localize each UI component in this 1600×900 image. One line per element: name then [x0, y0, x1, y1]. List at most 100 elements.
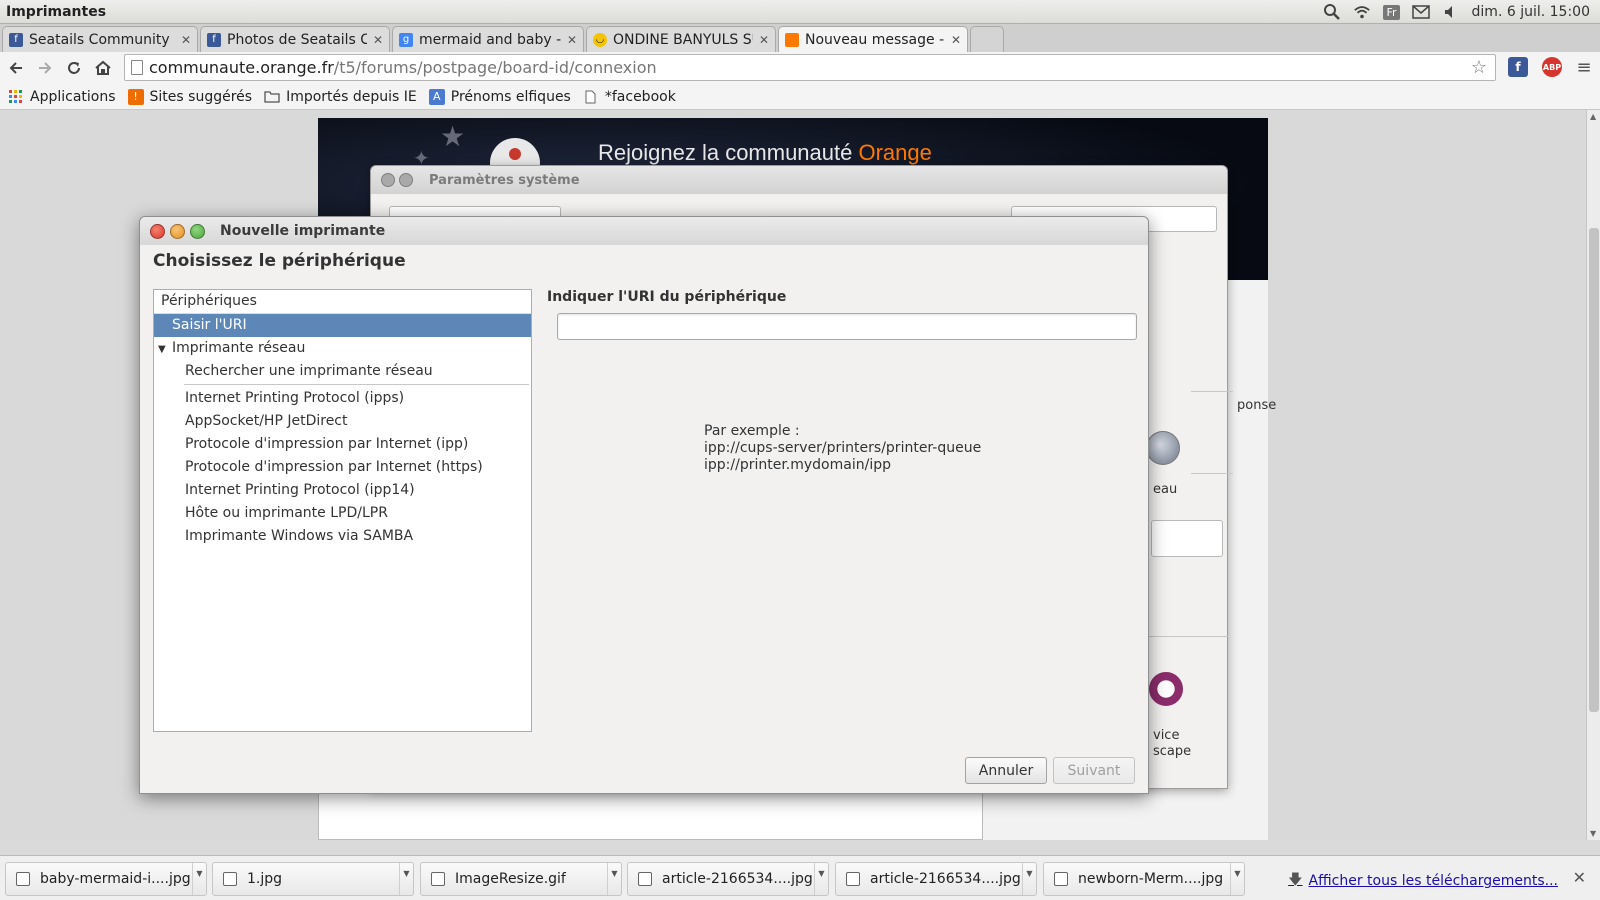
system-tray: Fr dim. 6 juil. 15:00: [1323, 0, 1590, 24]
show-all-downloads-link[interactable]: 🡇 Afficher tous les téléchargements...: [1288, 869, 1558, 893]
new-printer-dialog: Nouvelle imprimante Choisissez le périph…: [139, 216, 1149, 794]
tab-seatails-community[interactable]: f Seatails Community ✕: [2, 26, 198, 52]
tab-ondine-banyuls[interactable]: ◡ ONDINE BANYULS SU ✕: [586, 26, 776, 52]
peek-text: vice: [1153, 728, 1180, 743]
page-icon: [131, 60, 143, 75]
device-item-search-network[interactable]: Rechercher une imprimante réseau: [154, 360, 531, 383]
close-icon[interactable]: ✕: [951, 33, 961, 47]
network-icon[interactable]: [1146, 431, 1180, 465]
clock[interactable]: dim. 6 juil. 15:00: [1472, 4, 1590, 20]
dialog-titlebar: Nouvelle imprimante: [140, 217, 1148, 245]
forward-icon[interactable]: [32, 55, 58, 81]
close-button[interactable]: [150, 223, 165, 239]
chevron-down-icon[interactable]: ▼: [607, 863, 621, 895]
peek-text: ponse: [1237, 398, 1277, 413]
bookmark-sites-suggeres[interactable]: ! Sites suggérés: [127, 88, 252, 105]
page-scrollbar[interactable]: ▲ ▼: [1586, 110, 1600, 840]
next-button[interactable]: Suivant: [1053, 757, 1135, 784]
download-item[interactable]: newborn-Merm....jpg ▼: [1043, 862, 1245, 896]
volume-icon[interactable]: [1442, 3, 1460, 21]
device-item-protocol[interactable]: Protocole d'impression par Internet (htt…: [154, 456, 531, 479]
download-item[interactable]: ImageResize.gif ▼: [420, 862, 622, 896]
device-item-protocol[interactable]: Hôte ou imprimante LPD/LPR: [154, 502, 531, 525]
service-icon[interactable]: [1149, 672, 1183, 706]
uri-input[interactable]: [557, 313, 1137, 340]
google-icon: g: [399, 32, 413, 47]
new-tab-button[interactable]: [970, 26, 1004, 52]
orange-icon: [785, 32, 799, 47]
peek-text: scape: [1153, 744, 1192, 759]
system-top-bar: Imprimantes Fr dim. 6 juil. 15:00: [0, 0, 1600, 24]
file-icon: [16, 872, 30, 886]
tab-photos-seatails[interactable]: f Photos de Seatails Co ✕: [200, 26, 390, 52]
scrollbar-thumb[interactable]: [1589, 228, 1599, 712]
device-item-protocol[interactable]: Imprimante Windows via SAMBA: [154, 525, 531, 548]
keyboard-layout-indicator[interactable]: Fr: [1383, 4, 1400, 20]
chevron-down-icon[interactable]: ▼: [399, 863, 413, 895]
menu-icon[interactable]: ≡: [1574, 57, 1594, 78]
device-item-protocol[interactable]: Internet Printing Protocol (ipps): [154, 387, 531, 410]
settings-field[interactable]: [1151, 520, 1223, 557]
window-title: Paramètres système: [429, 172, 580, 188]
system-settings-titlebar: Paramètres système: [371, 166, 1227, 194]
uri-example: Par exemple : ipp://cups-server/printers…: [704, 423, 982, 473]
home-icon[interactable]: [90, 55, 116, 81]
minimize-button[interactable]: [170, 223, 185, 239]
maximize-button[interactable]: [190, 223, 205, 239]
back-icon[interactable]: [3, 55, 29, 81]
bookmark-applications[interactable]: Applications: [8, 89, 116, 105]
close-icon[interactable]: ✕: [567, 33, 577, 47]
file-icon: [638, 872, 652, 886]
translate-icon: A: [428, 88, 445, 105]
mail-icon[interactable]: [1411, 3, 1430, 21]
close-button[interactable]: [381, 173, 395, 187]
address-bar[interactable]: communaute.orange.fr/t5/forums/postpage/…: [124, 54, 1496, 81]
download-arrow-icon: 🡇: [1288, 872, 1303, 888]
device-item-protocol[interactable]: Protocole d'impression par Internet (ipp…: [154, 433, 531, 456]
keyboard-fb-icon: f: [9, 32, 23, 47]
minimize-button[interactable]: [399, 173, 413, 187]
chevron-down-icon[interactable]: ▼: [192, 863, 206, 895]
chevron-down-icon[interactable]: ▼: [1230, 863, 1244, 895]
banner-title: Rejoignez la communauté Orange: [598, 140, 932, 165]
apps-grid-icon: [8, 89, 24, 105]
wifi-icon[interactable]: [1353, 3, 1371, 21]
download-item[interactable]: article-2166534....jpg ▼: [835, 862, 1037, 896]
browser-tab-strip: f Seatails Community ✕ f Photos de Seata…: [0, 24, 1600, 52]
expander-down-icon[interactable]: ▼: [158, 338, 172, 361]
device-group-network-printer[interactable]: ▼ Imprimante réseau: [154, 337, 531, 360]
close-icon[interactable]: ✕: [181, 33, 191, 47]
bookmark-facebook[interactable]: *facebook: [583, 89, 676, 105]
tab-nouveau-message[interactable]: Nouveau message - C ✕: [778, 26, 968, 52]
download-item[interactable]: article-2166534....jpg ▼: [627, 862, 829, 896]
tab-mermaid-and-baby[interactable]: g mermaid and baby - R ✕: [392, 26, 584, 52]
device-list[interactable]: Périphériques Saisir l'URI ▼ Imprimante r…: [153, 289, 532, 732]
close-icon[interactable]: ✕: [1573, 868, 1586, 887]
device-item-protocol[interactable]: AppSocket/HP JetDirect: [154, 410, 531, 433]
facebook-icon: f: [207, 32, 221, 47]
download-item[interactable]: baby-mermaid-i....jpg ▼: [5, 862, 207, 896]
download-item[interactable]: 1.jpg ▼: [212, 862, 414, 896]
facebook-extension-icon[interactable]: f: [1508, 57, 1528, 77]
cancel-button[interactable]: Annuler: [965, 757, 1047, 784]
bookmarks-bar: Applications ! Sites suggérés Importés d…: [0, 84, 1600, 110]
reload-icon[interactable]: [61, 55, 87, 81]
search-icon[interactable]: [1323, 3, 1341, 21]
adblock-plus-icon[interactable]: ABP: [1542, 57, 1562, 77]
bookmark-importes-ie[interactable]: Importés depuis IE: [264, 89, 417, 105]
file-icon: [223, 872, 237, 886]
browser-toolbar: communaute.orange.fr/t5/forums/postpage/…: [0, 52, 1600, 84]
close-icon[interactable]: ✕: [373, 33, 383, 47]
star-decoration-icon: ★: [440, 120, 466, 153]
downloads-bar: baby-mermaid-i....jpg ▼ 1.jpg ▼ ImageRes…: [0, 855, 1600, 900]
device-item-protocol[interactable]: Internet Printing Protocol (ipp14): [154, 479, 531, 502]
chevron-down-icon[interactable]: ▼: [814, 863, 828, 895]
chevron-down-icon[interactable]: ▼: [1022, 863, 1036, 895]
device-item-enter-uri[interactable]: Saisir l'URI: [154, 314, 531, 337]
close-icon[interactable]: ✕: [759, 33, 769, 47]
smiley-icon: ◡: [593, 32, 607, 47]
device-list-header[interactable]: Périphériques: [154, 290, 531, 314]
bookmark-star-icon[interactable]: ☆: [1471, 57, 1487, 78]
bookmark-prenoms-elfiques[interactable]: A Prénoms elfiques: [428, 88, 571, 105]
folder-icon: [264, 89, 280, 105]
